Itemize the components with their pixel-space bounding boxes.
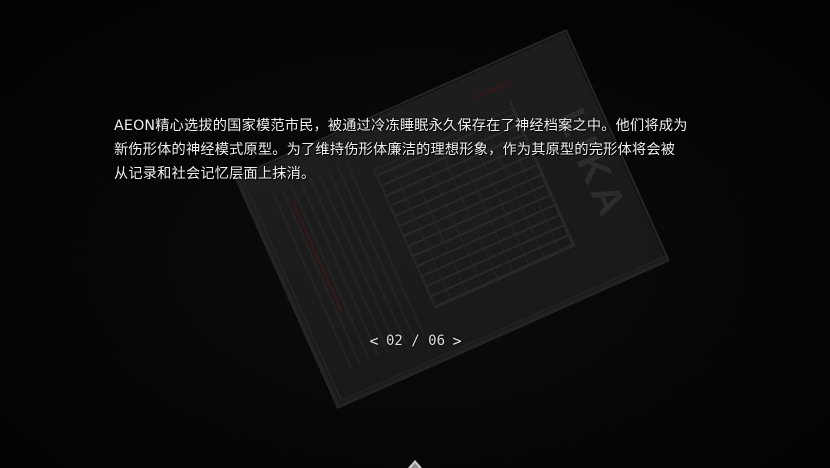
game-screen: LIKA AEON精心选拔的国家模范市民，被通过冷冻睡眠永久保存在了神经档案之中… xyxy=(0,0,830,468)
chevron-up-icon[interactable] xyxy=(404,458,426,468)
story-line-1: AEON精心选拔的国家模范市民，被通过冷冻睡眠永久保存在了神经档案之中。他们将成… xyxy=(114,118,688,134)
chevron-left-icon[interactable]: < xyxy=(366,332,382,350)
story-line-3: 从记录和社会记忆层面上抹消。 xyxy=(114,166,316,182)
newspaper-illustration: LIKA xyxy=(234,28,670,410)
page-navigator: < 02 / 06 > xyxy=(366,331,465,351)
chevron-right-icon[interactable]: > xyxy=(449,332,465,350)
story-line-2: 新伤形体的神经模式原型。为了维持伤形体廉洁的理想形象，作为其原型的完形体将会被 xyxy=(114,142,676,158)
story-text: AEON精心选拔的国家模范市民，被通过冷冻睡眠永久保存在了神经档案之中。他们将成… xyxy=(114,114,734,186)
page-indicator: 02 / 06 xyxy=(386,333,446,349)
